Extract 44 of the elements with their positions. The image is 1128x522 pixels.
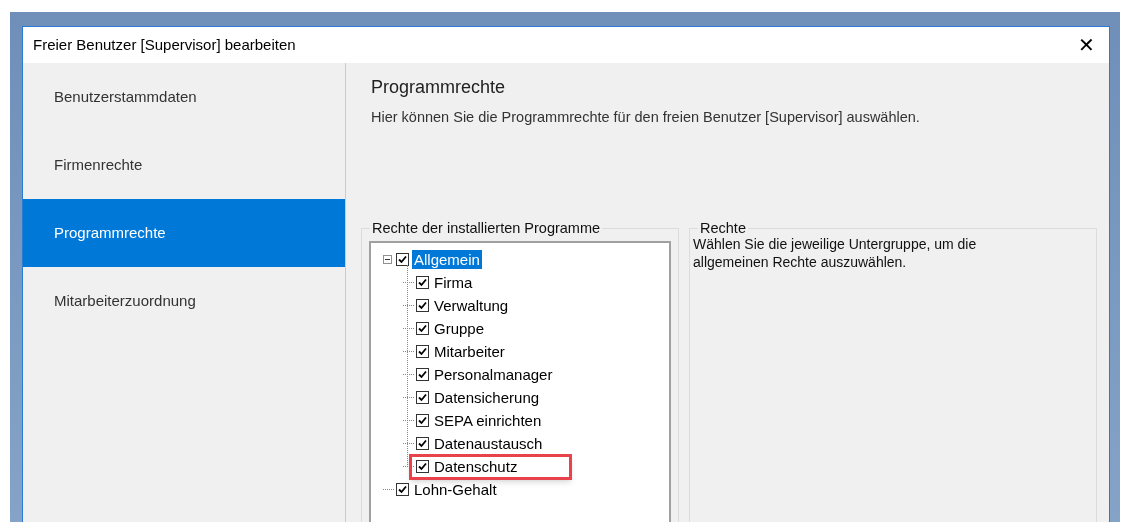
check-icon: [418, 438, 427, 448]
checkbox[interactable]: [416, 275, 429, 289]
sidebar-item[interactable]: Benutzerstammdaten: [23, 63, 345, 131]
check-icon: [418, 323, 427, 333]
tree-item[interactable]: Gruppe: [432, 318, 487, 338]
checkbox[interactable]: [416, 436, 429, 450]
tree-item[interactable]: Datenschutz: [432, 456, 520, 476]
check-icon: [418, 300, 427, 310]
checkbox[interactable]: [416, 459, 429, 473]
checkbox[interactable]: [416, 413, 429, 427]
check-icon: [418, 392, 427, 402]
hint-text: Wählen Sie die jeweilige Untergruppe, um die allgemeinen Rechte auszuwählen.: [693, 234, 978, 271]
check-icon: [418, 346, 427, 356]
tree-item[interactable]: Verwaltung: [432, 295, 511, 315]
check-icon: [418, 277, 427, 287]
check-icon: [398, 484, 407, 494]
window-title: Freier Benutzer [Supervisor] bearbeiten: [33, 34, 296, 55]
section-title: Programmrechte: [371, 76, 507, 98]
checkbox[interactable]: [416, 321, 429, 335]
checkbox[interactable]: [416, 367, 429, 381]
checkbox[interactable]: [416, 298, 429, 312]
tree-item[interactable]: Lohn-Gehalt: [412, 479, 499, 499]
collapse-toggle[interactable]: [383, 254, 392, 264]
section-description: Hier können Sie die Programmrechte für den freien Benutzer [Supervisor] auswählen.: [371, 108, 921, 127]
tree-line: [383, 488, 394, 490]
tree-item[interactable]: Mitarbeiter: [432, 341, 507, 361]
sidebar-item[interactable]: Firmenrechte: [23, 131, 345, 199]
checkbox[interactable]: [396, 482, 409, 496]
tree-item[interactable]: Firma: [432, 272, 475, 292]
tree-item[interactable]: Datenaustausch: [432, 433, 545, 453]
check-icon: [418, 461, 427, 471]
tree-item[interactable]: Datensicherung: [432, 387, 542, 407]
checkbox[interactable]: [416, 344, 429, 358]
tree-item[interactable]: SEPA einrichten: [432, 410, 544, 430]
check-icon: [418, 415, 427, 425]
tree-item[interactable]: Allgemein: [412, 249, 482, 269]
tree-item[interactable]: Personalmanager: [432, 364, 555, 384]
check-icon: [418, 369, 427, 379]
close-button[interactable]: ✕: [1074, 35, 1099, 55]
checkbox[interactable]: [416, 390, 429, 404]
checkbox[interactable]: [396, 252, 409, 266]
sidebar-item[interactable]: Mitarbeiterzuordnung: [23, 267, 345, 335]
sidebar-item[interactable]: Programmrechte: [23, 199, 345, 267]
check-icon: [398, 254, 407, 264]
